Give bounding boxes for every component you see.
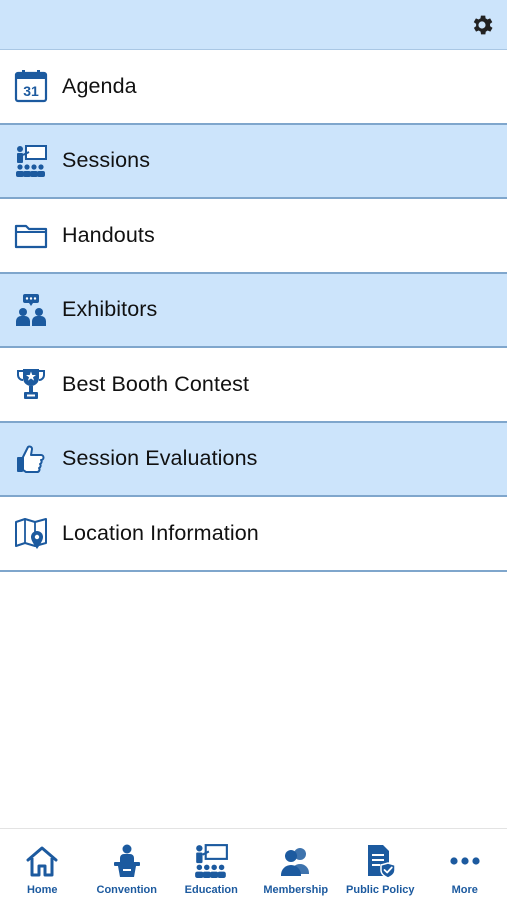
tab-label: More — [451, 884, 478, 896]
tab-public-policy[interactable]: Public Policy — [340, 829, 420, 896]
tab-label: Membership — [263, 884, 329, 896]
menu-item-best-booth-contest[interactable]: Best Booth Contest — [0, 348, 507, 423]
menu-item-session-evaluations[interactable]: Session Evaluations — [0, 422, 507, 497]
menu-item-sessions[interactable]: Sessions — [0, 124, 507, 199]
svg-text:31: 31 — [23, 83, 39, 99]
menu-item-label: Exhibitors — [62, 297, 158, 322]
map-pin-icon — [13, 515, 49, 551]
tab-convention[interactable]: Convention — [87, 829, 167, 896]
gear-icon[interactable] — [469, 12, 495, 38]
tab-label: Home — [26, 884, 58, 896]
thumbs-up-icon — [13, 441, 49, 477]
trophy-icon — [13, 366, 49, 402]
menu-item-label: Session Evaluations — [62, 446, 258, 471]
tab-more[interactable]: More — [425, 829, 505, 896]
menu-item-handouts[interactable]: Handouts — [0, 199, 507, 274]
menu-item-label: Agenda — [62, 73, 137, 98]
tab-label: Education — [184, 884, 238, 896]
menu-item-label: Handouts — [62, 222, 155, 247]
presentation-icon — [195, 844, 229, 878]
podium-icon — [113, 844, 140, 877]
top-bar — [0, 0, 507, 50]
calendar-icon: 31 — [13, 68, 49, 104]
tab-home[interactable]: Home — [2, 829, 82, 896]
main-menu: 31 Agenda Sessions Handouts Exhibitors B… — [0, 50, 507, 572]
more-icon — [450, 857, 480, 865]
menu-item-label: Sessions — [62, 148, 151, 173]
tab-education[interactable]: Education — [171, 829, 251, 896]
home-icon — [26, 846, 58, 877]
folder-icon — [13, 217, 49, 253]
menu-item-location-information[interactable]: Location Information — [0, 497, 507, 572]
people-icon — [280, 848, 309, 876]
menu-item-agenda[interactable]: 31 Agenda — [0, 50, 507, 125]
tab-membership[interactable]: Membership — [256, 829, 336, 896]
tab-label: Convention — [96, 884, 158, 896]
tab-label: Public Policy — [346, 884, 415, 896]
bottom-tab-bar: Home Convention Education Membership Pub… — [0, 828, 507, 900]
policy-document-icon — [368, 845, 396, 879]
presentation-icon — [13, 143, 49, 179]
exhibitors-icon — [13, 292, 49, 328]
menu-item-exhibitors[interactable]: Exhibitors — [0, 273, 507, 348]
menu-item-label: Location Information — [62, 520, 259, 545]
menu-item-label: Best Booth Contest — [62, 371, 250, 396]
